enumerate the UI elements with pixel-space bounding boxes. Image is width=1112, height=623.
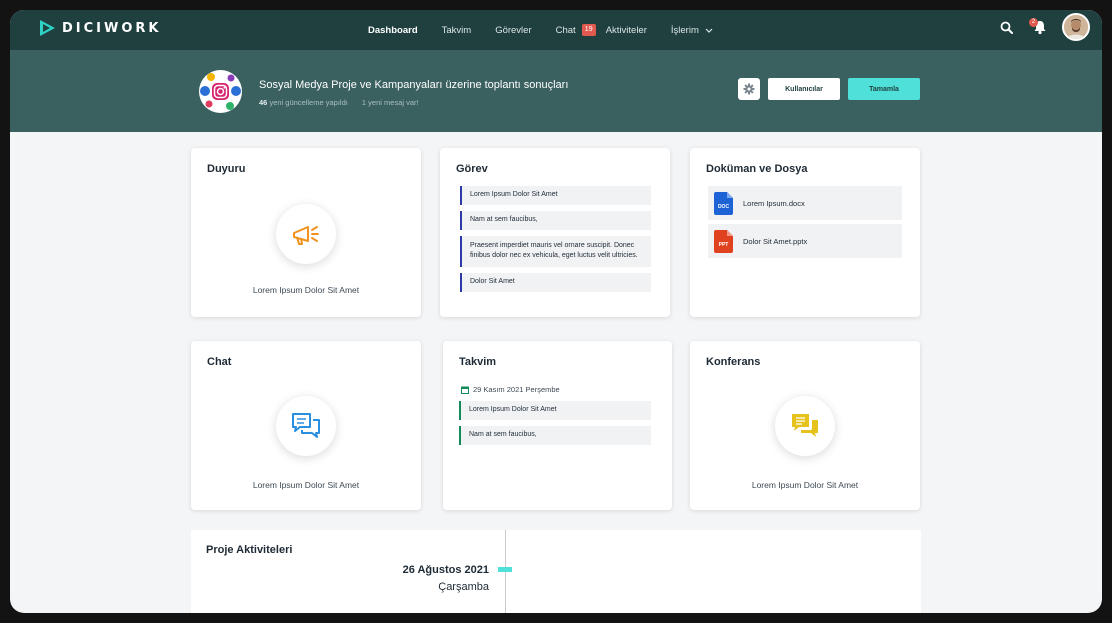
announcement-caption: Lorem Ipsum Dolor Sit Amet	[252, 285, 360, 295]
chevron-down-icon	[705, 28, 713, 33]
nav-aktiviteler[interactable]: Aktiviteler	[606, 25, 647, 36]
logo-mark-icon	[40, 20, 55, 36]
complete-button[interactable]: Tamamla	[848, 78, 920, 100]
word-file-icon: DOC	[714, 191, 733, 215]
file-row-pptx[interactable]: PPT Dolor Sit Amet.pptx	[708, 224, 902, 258]
logo-text: DICIWORK	[62, 20, 162, 36]
activity-day: Çarşamba	[438, 581, 489, 593]
users-button[interactable]: Kullanıcılar	[768, 78, 840, 100]
calendar-icon	[461, 386, 469, 394]
file-row-docx[interactable]: DOC Lorem Ipsum.docx	[708, 186, 902, 220]
calendar-date: 29 Kasım 2021 Perşembe	[461, 385, 560, 394]
file-name: Dolor Sit Amet.pptx	[743, 236, 808, 246]
chat-title: Chat	[207, 356, 232, 368]
nav-takvim[interactable]: Takvim	[442, 25, 472, 36]
nav-gorevler[interactable]: Görevler	[495, 25, 531, 36]
chat-caption: Lorem Ipsum Dolor Sit Amet	[252, 480, 360, 490]
instagram-icon	[199, 70, 242, 113]
powerpoint-file-icon: PPT	[714, 229, 733, 253]
chat-icon-circle	[276, 396, 336, 456]
file-list: DOC Lorem Ipsum.docx PPT Dolor Sit Amet.…	[708, 186, 902, 262]
svg-text:DOC: DOC	[718, 204, 730, 210]
task-card[interactable]: Görev Lorem Ipsum Dolor Sit Amet Nam at …	[440, 148, 670, 317]
nav-islerim[interactable]: İşlerim	[671, 25, 713, 36]
chat-card[interactable]: Chat Lorem Ipsum Dolor Sit Amet	[191, 341, 421, 510]
conference-bubbles-icon	[792, 414, 818, 437]
task-item[interactable]: Praesent imperdiet mauris vel ornare sus…	[460, 236, 651, 267]
nav-chat[interactable]: Chat 19	[556, 24, 596, 36]
task-title: Görev	[456, 163, 488, 175]
project-header: Sosyal Medya Proje ve Kampanyaları üzeri…	[10, 50, 1102, 132]
event-item[interactable]: Nam at sem faucibus,	[459, 426, 651, 445]
documents-card[interactable]: Doküman ve Dosya DOC Lorem Ipsum.docx PP…	[690, 148, 920, 317]
activity-date: 26 Ağustos 2021	[402, 564, 489, 576]
app-window: DICIWORK Dashboard Takvim Görevler Chat …	[10, 10, 1102, 613]
notification-badge: 2	[1029, 18, 1038, 27]
updates-count: 46	[259, 98, 268, 107]
file-name: Lorem Ipsum.docx	[743, 198, 805, 208]
announcement-icon-circle	[276, 204, 336, 264]
event-list: Lorem Ipsum Dolor Sit Amet Nam at sem fa…	[459, 401, 651, 451]
svg-text:PPT: PPT	[719, 242, 729, 248]
calendar-title: Takvim	[459, 356, 497, 368]
calendar-card[interactable]: Takvim 29 Kasım 2021 Perşembe Lorem Ipsu…	[443, 341, 672, 510]
announcement-title: Duyuru	[207, 163, 246, 175]
documents-title: Doküman ve Dosya	[706, 163, 808, 175]
project-logo	[199, 70, 242, 113]
task-item[interactable]: Lorem Ipsum Dolor Sit Amet	[460, 186, 651, 205]
announcement-card[interactable]: Duyuru Lorem Ipsum Dolor Sit Amet	[191, 148, 421, 317]
settings-button[interactable]	[738, 78, 760, 100]
calendar-date-text: 29 Kasım 2021 Perşembe	[473, 385, 560, 394]
avatar-portrait-icon	[1064, 15, 1088, 39]
megaphone-icon	[293, 226, 319, 245]
activities-title: Proje Aktiviteleri	[206, 544, 293, 556]
top-navbar: DICIWORK Dashboard Takvim Görevler Chat …	[10, 10, 1102, 50]
project-meta: 46 yeni güncelleme yapıldı 1 yeni mesaj …	[259, 98, 419, 107]
updates-text: yeni güncelleme yapıldı	[269, 98, 348, 107]
avatar[interactable]	[1062, 13, 1090, 41]
timeline-marker	[498, 567, 512, 572]
messages-text[interactable]: 1 yeni mesaj var!	[362, 98, 419, 107]
conference-card[interactable]: Konferans Lorem Ipsum Dolor Sit Amet	[690, 341, 920, 510]
app-logo[interactable]: DICIWORK	[39, 19, 161, 37]
project-title: Sosyal Medya Proje ve Kampanyaları üzeri…	[259, 79, 569, 91]
conference-title: Konferans	[706, 356, 761, 368]
nav-chat-label: Chat	[555, 24, 576, 36]
conference-caption: Lorem Ipsum Dolor Sit Amet	[751, 480, 859, 490]
nav-dashboard[interactable]: Dashboard	[368, 25, 418, 36]
nav-islerim-label: İşlerim	[670, 24, 699, 36]
gear-icon	[743, 83, 755, 95]
task-item[interactable]: Dolor Sit Amet	[460, 273, 651, 292]
task-list: Lorem Ipsum Dolor Sit Amet Nam at sem fa…	[460, 186, 651, 298]
chat-bubbles-icon	[292, 413, 320, 438]
main-nav: Dashboard Takvim Görevler Chat 19 Aktivi…	[368, 10, 737, 50]
chat-unread-badge: 19	[581, 24, 596, 36]
event-item[interactable]: Lorem Ipsum Dolor Sit Amet	[459, 401, 651, 420]
search-icon[interactable]	[1000, 21, 1013, 34]
conference-icon-circle	[775, 396, 835, 456]
task-item[interactable]: Nam at sem faucibus,	[460, 211, 651, 230]
project-activities: Proje Aktiviteleri 26 Ağustos 2021 Çarşa…	[191, 530, 921, 613]
